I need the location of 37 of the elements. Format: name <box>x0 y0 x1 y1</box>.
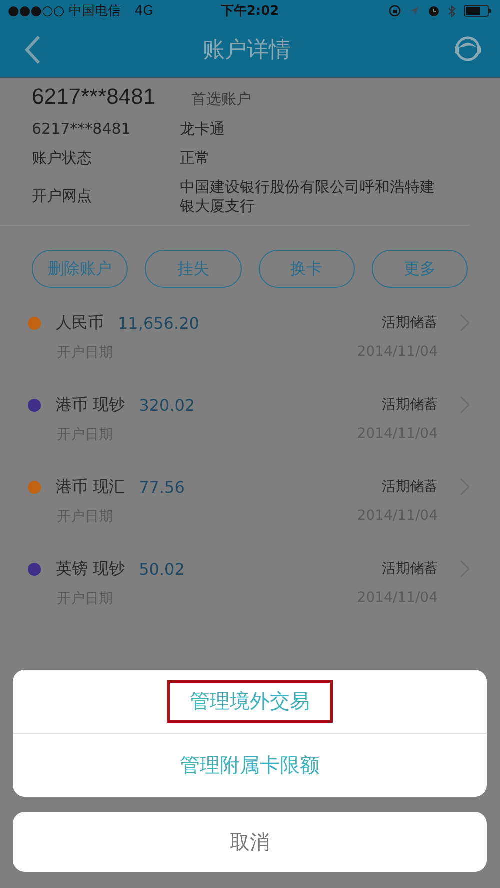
balance-amount: 77.56 <box>139 478 185 497</box>
detail-label: 6217***8481 <box>32 120 132 139</box>
currency-name[interactable]: 港币 现汇 <box>56 476 126 498</box>
lock-rotation-icon <box>389 5 401 17</box>
account-type: 活期储蓄 <box>382 314 438 332</box>
currency-name[interactable]: 港币 现钞 <box>56 394 126 416</box>
action-button[interactable]: 删除账户 <box>32 250 128 288</box>
network-text: 4G <box>134 4 154 18</box>
account-number: 6217***8481 <box>32 84 156 110</box>
action-button[interactable]: 更多 <box>372 250 468 288</box>
battery-icon <box>464 5 492 17</box>
balance-amount: 50.02 <box>139 560 185 579</box>
carrier-text: ●●●○○ 中国电信 <box>8 3 121 20</box>
action-button[interactable]: 挂失 <box>145 250 242 288</box>
detail-label: 账户状态 <box>32 148 93 168</box>
detail-value: 正常 <box>180 148 210 168</box>
bluetooth-icon <box>448 4 456 18</box>
currency-name[interactable]: 人民币 <box>56 312 104 334</box>
account-type: 活期储蓄 <box>382 478 438 496</box>
account-type: 活期储蓄 <box>382 396 438 414</box>
back-icon[interactable] <box>24 34 42 64</box>
alarm-icon <box>428 5 440 17</box>
location-icon <box>409 6 420 16</box>
detail-label: 开户网点 <box>32 187 93 206</box>
time-text: 下午2:02 <box>220 3 280 20</box>
currency-name[interactable]: 英镑 现钞 <box>56 558 126 580</box>
detail-value: 龙卡通 <box>180 120 225 139</box>
balance-amount: 320.02 <box>139 396 196 415</box>
balance-amount: 11,656.20 <box>118 314 200 333</box>
account-tag: 首选账户 <box>192 90 252 109</box>
account-type: 活期储蓄 <box>382 560 438 578</box>
sheet-option[interactable]: 管理境外交易 <box>167 680 333 723</box>
detail-value: 中国建设银行股份有限公司呼和浩特建银大厦支行 <box>180 178 436 216</box>
page-title: 账户详情 <box>203 36 291 64</box>
cancel-button[interactable]: 取消 <box>13 812 487 872</box>
action-button[interactable]: 换卡 <box>258 250 355 288</box>
sheet-option[interactable]: 管理附属卡限额 <box>157 744 343 787</box>
